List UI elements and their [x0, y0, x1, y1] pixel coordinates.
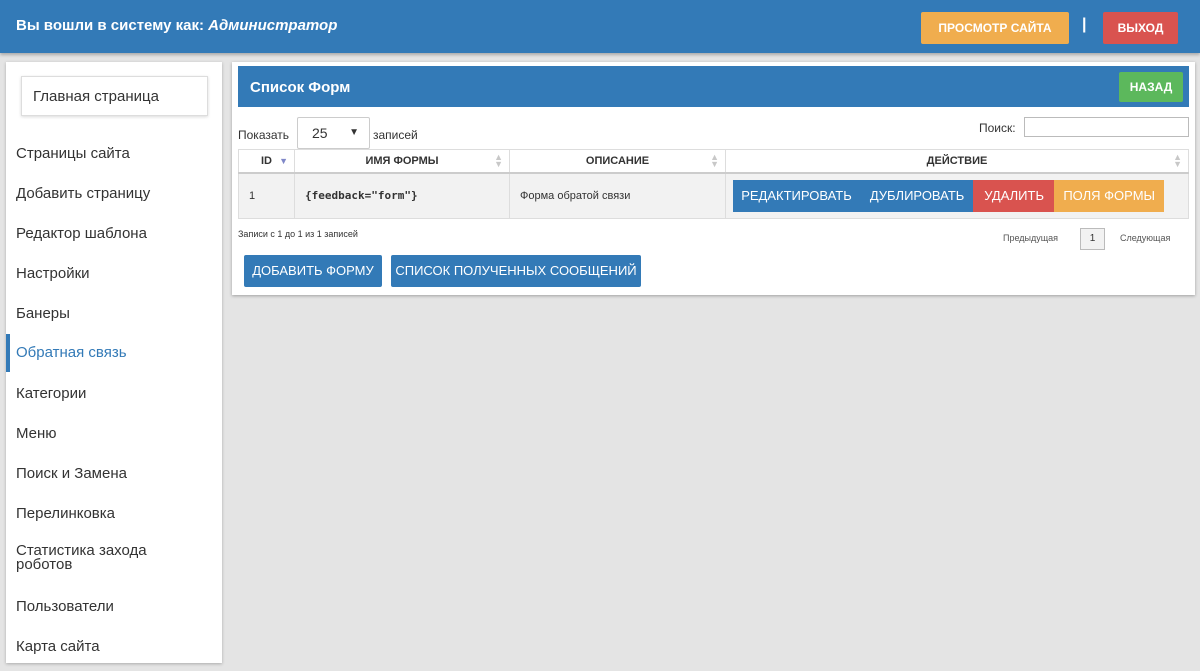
- table-row: 1 {feedback="form"} Форма обратой связи …: [238, 172, 1189, 219]
- search-input[interactable]: [1024, 117, 1189, 137]
- logout-button[interactable]: ВЫХОД: [1103, 12, 1178, 44]
- sidebar-item-banners[interactable]: Банеры: [6, 306, 222, 322]
- received-messages-button[interactable]: СПИСОК ПОЛУЧЕННЫХ СООБЩЕНИЙ: [391, 255, 641, 287]
- sort-icon: ▲ ▼: [494, 152, 503, 169]
- sort-icon: ▲ ▼: [710, 152, 719, 169]
- column-header-action[interactable]: ДЕЙСТВИЕ ▲ ▼: [725, 149, 1189, 174]
- column-header-action-label: ДЕЙСТВИЕ: [926, 154, 988, 167]
- column-header-description-label: ОПИСАНИЕ: [585, 154, 650, 167]
- page-size-value: 25: [312, 125, 328, 141]
- sidebar-item-robot-stats[interactable]: Статистика захода роботов: [6, 543, 156, 572]
- sidebar-item-pages[interactable]: Страницы сайта: [6, 146, 222, 162]
- pagination-page-1[interactable]: 1: [1080, 228, 1105, 250]
- forms-panel: Список Форм НАЗАД Показать 25 ▼ записей …: [232, 62, 1195, 295]
- login-status: Вы вошли в систему как: Администратор: [16, 17, 337, 34]
- sidebar-item-search-replace[interactable]: Поиск и Замена: [6, 466, 222, 482]
- sidebar-home-link[interactable]: Главная страница: [21, 76, 208, 116]
- column-header-id[interactable]: ID ▼: [238, 149, 295, 174]
- pagination-next[interactable]: Следующая: [1120, 233, 1170, 243]
- sidebar-item-users[interactable]: Пользователи: [6, 599, 222, 615]
- form-fields-button[interactable]: ПОЛЯ ФОРМЫ: [1054, 179, 1165, 212]
- page-size-select[interactable]: 25 ▼: [297, 117, 370, 149]
- sidebar: Главная страница Страницы сайта Добавить…: [6, 62, 222, 663]
- cell-id: 1: [238, 172, 295, 219]
- duplicate-button[interactable]: ДУБЛИРОВАТЬ: [860, 179, 975, 212]
- cell-actions: РЕДАКТИРОВАТЬ ДУБЛИРОВАТЬ УДАЛИТЬ ПОЛЯ Ф…: [725, 172, 1189, 219]
- top-bar: Вы вошли в систему как: Администратор ПР…: [0, 0, 1200, 53]
- login-status-prefix: Вы вошли в систему как:: [16, 17, 204, 34]
- records-label: записей: [373, 128, 418, 142]
- sidebar-item-sitemap[interactable]: Карта сайта: [6, 639, 222, 655]
- user-role: Администратор: [208, 17, 338, 34]
- panel-header: Список Форм НАЗАД: [238, 66, 1189, 107]
- view-site-button[interactable]: ПРОСМОТР САЙТА: [921, 12, 1069, 44]
- sidebar-item-feedback[interactable]: Обратная связь: [6, 334, 222, 372]
- add-form-button[interactable]: ДОБАВИТЬ ФОРМУ: [244, 255, 382, 287]
- chevron-down-icon: ▼: [349, 127, 359, 138]
- sort-desc-icon: ▼: [279, 156, 288, 166]
- column-header-description[interactable]: ОПИСАНИЕ ▲ ▼: [509, 149, 726, 174]
- back-button[interactable]: НАЗАД: [1119, 72, 1183, 102]
- sidebar-item-add-page[interactable]: Добавить страницу: [6, 186, 222, 202]
- search-label: Поиск:: [979, 121, 1016, 135]
- table-info: Записи с 1 до 1 из 1 записей: [238, 229, 358, 239]
- sort-icon: ▲ ▼: [1173, 152, 1182, 169]
- sidebar-item-settings[interactable]: Настройки: [6, 266, 222, 282]
- sidebar-item-linking[interactable]: Перелинковка: [6, 506, 222, 522]
- page-title: Список Форм: [250, 79, 351, 96]
- page-size-label: Показать: [238, 128, 290, 142]
- cell-description: Форма обратой связи: [509, 172, 726, 219]
- sidebar-item-categories[interactable]: Категории: [6, 386, 222, 402]
- header-separator: |: [1082, 16, 1087, 33]
- column-header-name-label: ИМЯ ФОРМЫ: [365, 154, 439, 167]
- sidebar-item-menu[interactable]: Меню: [6, 426, 222, 442]
- pagination-previous[interactable]: Предыдущая: [1003, 233, 1058, 243]
- edit-button[interactable]: РЕДАКТИРОВАТЬ: [733, 179, 860, 212]
- delete-button[interactable]: УДАЛИТЬ: [973, 179, 1056, 212]
- sidebar-item-template-editor[interactable]: Редактор шаблона: [6, 226, 222, 242]
- column-header-name[interactable]: ИМЯ ФОРМЫ ▲ ▼: [294, 149, 510, 174]
- cell-form-name: {feedback="form"}: [294, 172, 510, 219]
- column-header-id-label: ID: [261, 154, 272, 167]
- forms-table: ID ▼ ИМЯ ФОРМЫ ▲ ▼ ОПИСАНИЕ ▲ ▼ ДЕЙСТВИЕ ▲…: [238, 149, 1189, 219]
